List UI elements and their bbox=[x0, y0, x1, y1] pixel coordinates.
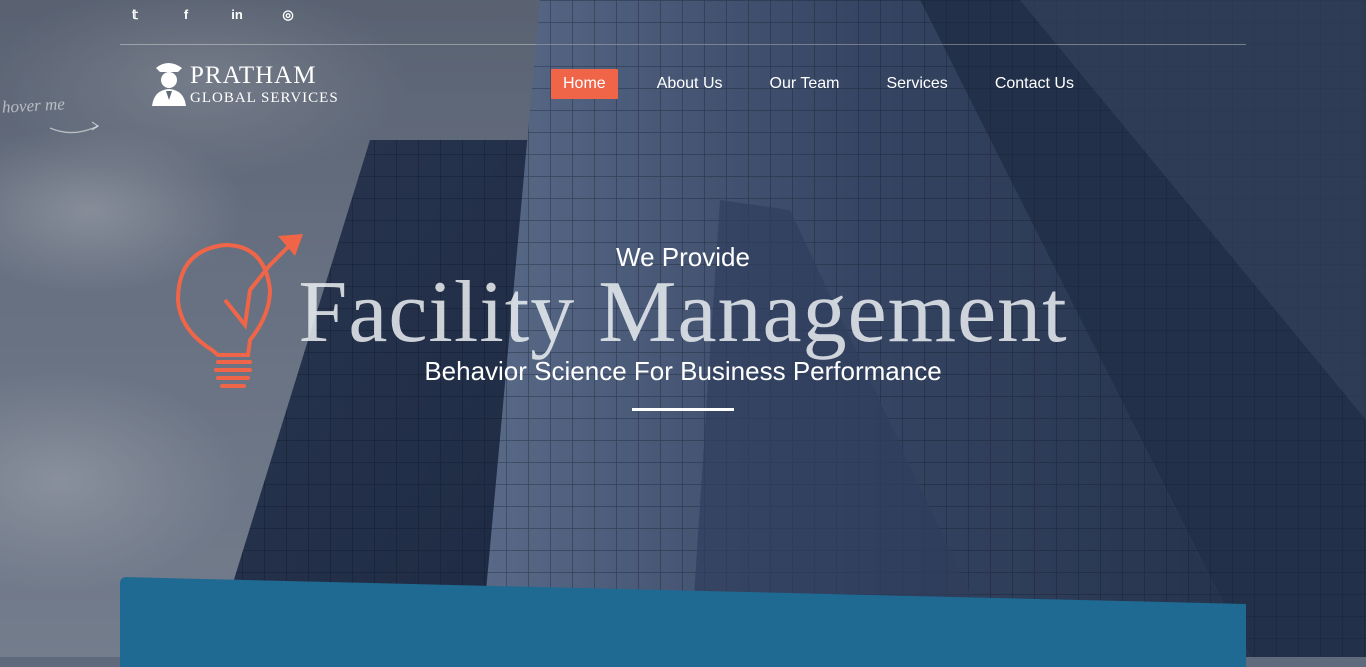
hero-subtitle: Behavior Science For Business Performanc… bbox=[424, 356, 942, 386]
hero-divider bbox=[632, 408, 734, 411]
hero-content: We Provide Facility Management Behavior … bbox=[0, 0, 1366, 657]
hero-title: Facility Management bbox=[298, 264, 1068, 361]
